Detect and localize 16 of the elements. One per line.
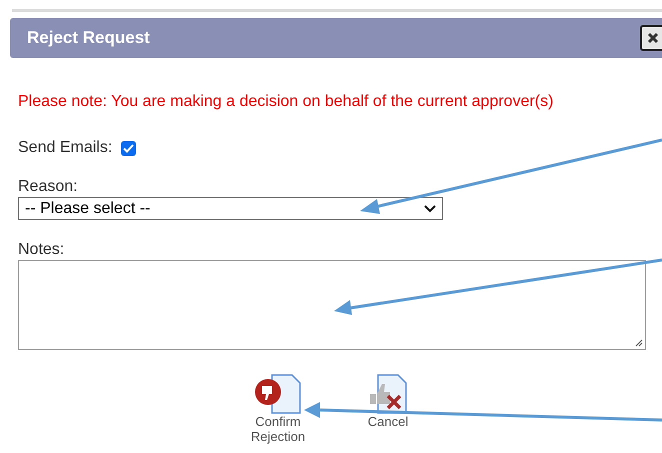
reason-select[interactable]: -- Please select -- — [18, 197, 443, 220]
thumbs-down-document-icon — [252, 374, 304, 414]
reason-label: Reason: — [18, 177, 79, 197]
send-emails-label: Send Emails: — [18, 138, 112, 158]
send-emails-checkbox[interactable] — [121, 140, 136, 156]
close-icon — [647, 32, 659, 44]
confirm-rejection-button[interactable]: Confirm Rejection — [246, 374, 310, 444]
cancel-button[interactable]: Cancel — [356, 374, 420, 429]
resize-handle-icon — [635, 339, 643, 347]
dialog-title: Reject Request — [27, 27, 150, 50]
notes-label: Notes: — [18, 240, 66, 260]
chevron-down-icon — [424, 204, 436, 212]
close-button[interactable] — [640, 25, 662, 51]
notes-field[interactable] — [18, 260, 646, 350]
check-icon — [123, 144, 134, 152]
notice-text: Please note: You are making a decision on behalf of the current approver(s) — [18, 92, 554, 112]
